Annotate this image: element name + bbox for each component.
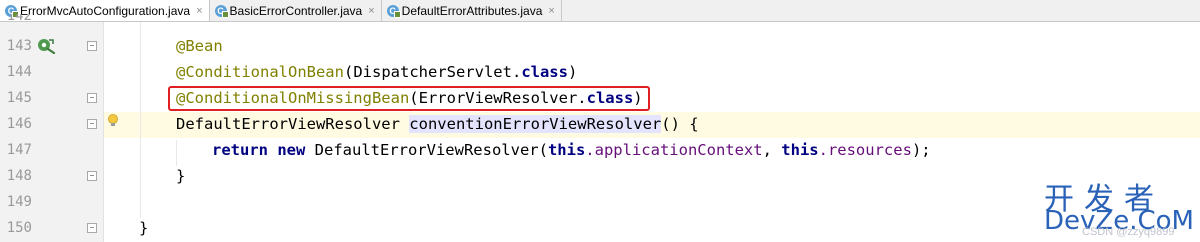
dot: .: [511, 63, 522, 81]
line-number: 146: [6, 116, 32, 132]
code-line-146[interactable]: DefaultErrorViewResolver conventionError…: [176, 115, 699, 133]
tab-label: BasicErrorController.java: [229, 3, 363, 18]
annotation: @ConditionalOnBean: [176, 63, 344, 81]
paren: ): [567, 63, 578, 81]
method-tail: () {: [661, 115, 699, 133]
tab-default-error-attributes[interactable]: C DefaultErrorAttributes.java ×: [382, 0, 562, 21]
separator: ,: [762, 141, 782, 159]
type-name: DispatcherServlet: [353, 63, 512, 81]
tab-label: ErrorMvcAutoConfiguration.java: [20, 3, 191, 18]
close-tab-icon[interactable]: ×: [368, 5, 374, 17]
return-type: DefaultErrorViewResolver: [176, 115, 410, 133]
line-number: 147: [6, 142, 32, 158]
code-line-144[interactable]: @ConditionalOnBean(DispatcherServlet.cla…: [176, 63, 577, 81]
tab-basic-error-controller[interactable]: C BasicErrorController.java ×: [210, 0, 382, 21]
code-line-150[interactable]: }: [139, 219, 148, 237]
line-number: 149: [6, 194, 32, 210]
keyword-this: this: [781, 141, 819, 159]
line-number: 143: [6, 38, 32, 54]
indent-guide: [176, 140, 177, 166]
fold-marker[interactable]: [87, 119, 97, 129]
constructor-call: DefaultErrorViewResolver(: [305, 141, 548, 159]
fold-marker[interactable]: [87, 93, 97, 103]
code-line-147[interactable]: return new DefaultErrorViewResolver(this…: [212, 141, 931, 159]
line-number: 148: [6, 168, 32, 184]
field-resources: .resources: [818, 141, 912, 159]
line-number: 142: [6, 14, 32, 24]
fold-marker[interactable]: [87, 223, 97, 233]
method-name: conventionErrorViewResolver: [409, 115, 662, 133]
close-tab-icon[interactable]: ×: [548, 5, 554, 17]
watermark-small: CSDN @zzyq9899: [1082, 226, 1175, 238]
line-number: 144: [6, 64, 32, 80]
java-class-icon: C: [386, 4, 401, 18]
statement-end: );: [911, 141, 931, 159]
bean-navigate-icon[interactable]: [36, 36, 56, 54]
highlight-box: [168, 86, 650, 111]
keyword-this: this: [547, 141, 586, 159]
code-line-143[interactable]: @Bean: [176, 37, 223, 55]
field-application-context: .applicationContext: [585, 141, 763, 159]
annotation: @Bean: [176, 37, 223, 55]
fold-marker[interactable]: [87, 171, 97, 181]
keyword-new: new: [268, 141, 306, 159]
closing-brace: }: [176, 167, 186, 185]
paren: (: [343, 63, 354, 81]
keyword: class: [521, 63, 568, 81]
editor-tab-bar: C ErrorMvcAutoConfiguration.java × C Bas…: [0, 0, 1200, 22]
lightbulb-icon[interactable]: [107, 114, 119, 128]
line-number: 150: [6, 220, 32, 236]
closing-brace: }: [139, 219, 149, 237]
java-class-icon: C: [214, 4, 229, 18]
keyword-return: return: [212, 141, 268, 159]
gutter-separator: [103, 22, 104, 242]
indent-guide: [140, 22, 141, 218]
line-number: 145: [6, 90, 32, 106]
tab-label: DefaultErrorAttributes.java: [401, 3, 543, 18]
close-tab-icon[interactable]: ×: [196, 5, 202, 17]
fold-marker[interactable]: [87, 41, 97, 51]
code-line-148[interactable]: }: [176, 167, 185, 185]
